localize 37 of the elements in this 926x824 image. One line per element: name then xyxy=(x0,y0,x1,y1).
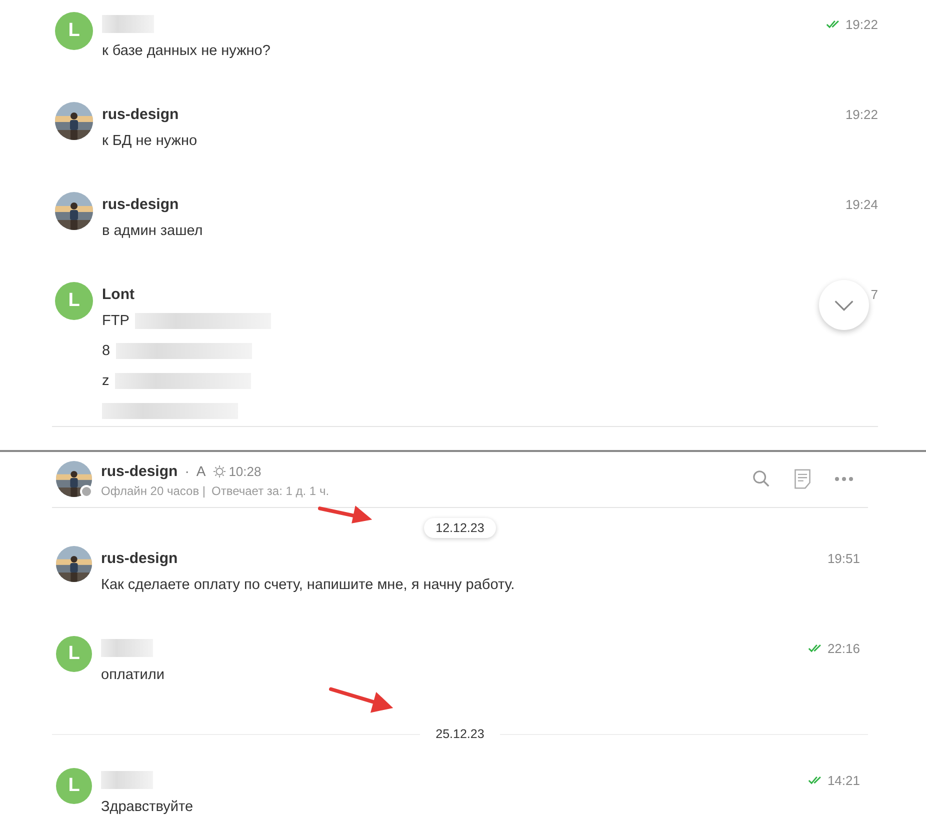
message-time: 14:21 xyxy=(827,772,860,788)
author-name: rus-design xyxy=(101,550,178,566)
message-text: к базе данных не нужно? xyxy=(102,43,270,59)
notes-icon[interactable] xyxy=(793,469,812,489)
online-status: Офлайн 20 часов | xyxy=(101,484,206,498)
message-text: к БД не нужно xyxy=(102,133,198,149)
search-icon[interactable] xyxy=(752,469,771,489)
response-time: Отвечает за: 1 д. 1 ч. xyxy=(212,484,330,498)
message-text: Как сделаете оплату по счету, напишите мне, я начну работу. xyxy=(101,577,515,593)
message-time: 19:22 xyxy=(845,106,878,122)
author-name: rus-design xyxy=(102,106,179,122)
message-text: FTP xyxy=(102,313,130,329)
message-time: 19:51 xyxy=(827,550,860,566)
chevron-down-icon xyxy=(833,298,855,312)
date-badge: 12.12.23 xyxy=(424,518,496,538)
message-time: 19:24 xyxy=(845,196,878,212)
avatar: L xyxy=(56,768,92,804)
avatar: L xyxy=(55,282,93,320)
contact-name: rus-design xyxy=(101,462,178,480)
local-time: 10:28 xyxy=(228,464,262,478)
message-time: 7 xyxy=(870,286,878,302)
message-text: оплатили xyxy=(101,667,164,683)
author-name: rus-design xyxy=(102,196,179,212)
message-text: z xyxy=(102,373,110,389)
separator-dot: · xyxy=(184,463,190,479)
author-name: Lont xyxy=(102,286,134,302)
arrow-annotation xyxy=(329,685,395,714)
message-text: Здравствуйте xyxy=(101,799,194,815)
message-text: в админ зашел xyxy=(102,223,203,239)
contact-mark: A xyxy=(196,463,206,479)
more-icon[interactable] xyxy=(834,476,854,482)
message-text: 8 xyxy=(102,343,110,359)
avatar: L xyxy=(56,636,92,672)
message-time: 22:16 xyxy=(827,640,860,656)
avatar: L xyxy=(55,12,93,50)
message-time: 19:22 xyxy=(845,16,878,32)
sun-icon xyxy=(212,464,226,478)
